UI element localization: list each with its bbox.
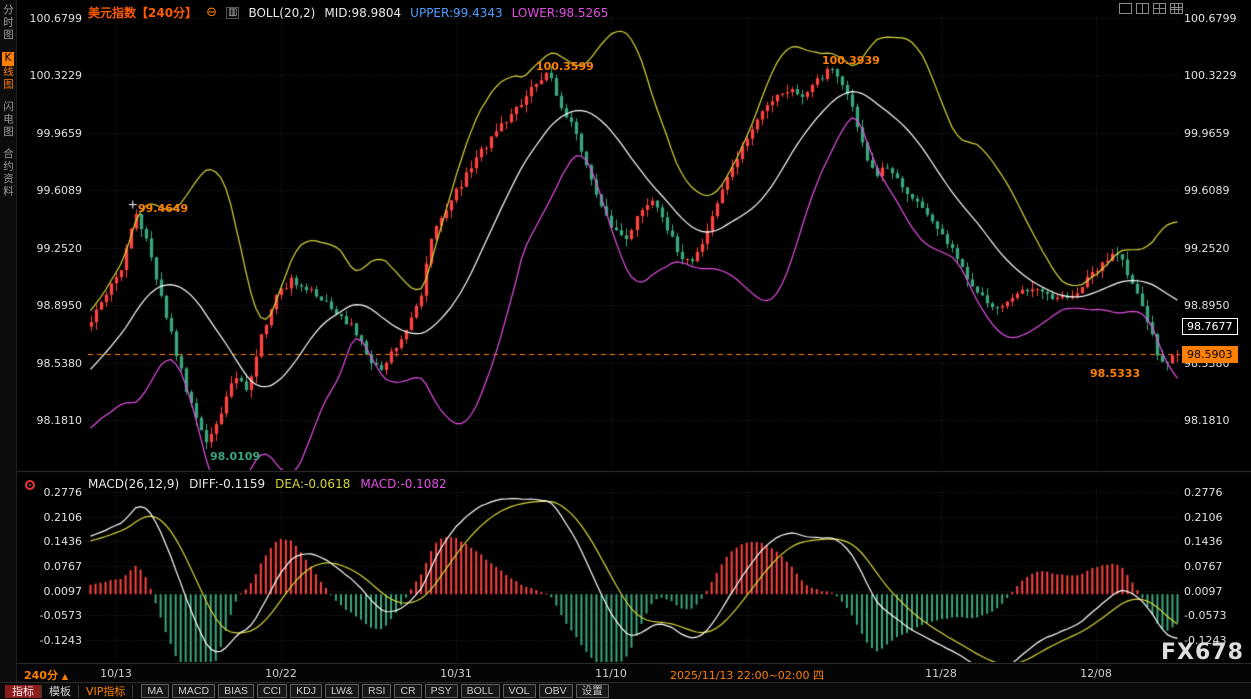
price-annotation: 98.0109 [210, 450, 260, 463]
time-label[interactable]: 10/31 [440, 667, 472, 680]
layout-single-icon[interactable] [1119, 3, 1132, 14]
macd-tick-left: 0.2106 [18, 511, 82, 524]
watermark: FX678 [1161, 640, 1244, 665]
indicator-button-LW&[interactable]: LW& [325, 684, 359, 698]
indicator-button-BOLL[interactable]: BOLL [461, 684, 500, 698]
macd-tick-left: 0.0097 [18, 585, 82, 598]
symbol-title: 美元指数【240分】 [88, 4, 197, 21]
macd-header: MACD(26,12,9) DIFF:-0.1159 DEA:-0.0618 M… [88, 477, 447, 491]
candle-style-icon[interactable]: ▥ [226, 7, 239, 19]
macd-dea-value: DEA:-0.0618 [275, 477, 350, 491]
price-tick-right: 100.3229 [1184, 69, 1237, 82]
zoom-out-icon[interactable]: ⊖ [206, 8, 217, 18]
sidebar-item-3[interactable]: 闪电图 [1, 101, 15, 139]
price-tick-left: 98.1810 [18, 414, 82, 427]
macd-diff-value: DIFF:-0.1159 [189, 477, 265, 491]
time-label[interactable]: 10/13 [100, 667, 132, 680]
price-tick-right: 99.2520 [1184, 242, 1230, 255]
price-badge-last: 98.5903 [1182, 346, 1238, 363]
toolbar-item-模板[interactable]: 模板 [42, 685, 79, 698]
price-tick-right: 98.1810 [1184, 414, 1230, 427]
time-label[interactable]: 10/22 [265, 667, 297, 680]
layout-four-pane-icon[interactable] [1153, 3, 1166, 14]
macd-tick-left: 0.1436 [18, 535, 82, 548]
macd-macd-value: MACD:-0.1082 [360, 477, 446, 491]
period-up-icon: ▲ [62, 672, 68, 681]
sidebar-item-4[interactable]: 合约资料 [1, 148, 15, 198]
macd-tick-right: 0.2106 [1184, 511, 1223, 524]
price-badge-mid: 98.7677 [1182, 318, 1238, 335]
chart-header: 美元指数【240分】 ⊖ ▥ BOLL(20,2) MID:98.9804 UP… [88, 4, 608, 21]
indicator-button-CCI[interactable]: CCI [257, 684, 287, 698]
price-tick-right: 99.6089 [1184, 184, 1230, 197]
indicator-button-MACD[interactable]: MACD [172, 684, 215, 698]
price-tick-left: 100.3229 [18, 69, 82, 82]
period-label[interactable]: 240分 ▲ [24, 667, 68, 683]
indicator-button-OBV[interactable]: OBV [539, 684, 573, 698]
price-tick-left: 98.5380 [18, 357, 82, 370]
chart-canvas[interactable] [0, 0, 1251, 699]
price-tick-right: 100.6799 [1184, 12, 1237, 25]
time-axis: 240分 ▲ 10/13 10/22 10/31 11/10 2025/11/13 22… [0, 663, 1251, 682]
price-annotation: 98.5333 [1090, 367, 1140, 380]
price-annotation: 100.3939 [822, 54, 880, 67]
boll-lower-value: LOWER:98.5265 [512, 6, 609, 20]
toolbar-item-指标[interactable]: 指标 [5, 685, 42, 698]
indicator-toolbar: 指标模板VIP指标 MAMACDBIASCCIKDJLW&RSICR PSYBOL… [0, 682, 1251, 699]
macd-tick-right: 0.0767 [1184, 560, 1223, 573]
price-annotation: 99.4649 [138, 202, 188, 215]
indicator-button-设置[interactable]: 设置 [576, 684, 609, 698]
time-label[interactable]: 11/10 [595, 667, 627, 680]
price-annotation: 100.3599 [536, 60, 594, 73]
sidebar-item-1[interactable]: 分时图 [1, 4, 15, 42]
layout-two-pane-icon[interactable] [1136, 3, 1149, 14]
boll-mid-value: MID:98.9804 [324, 6, 401, 20]
time-label-current[interactable]: 2025/11/13 22:00~02:00 四 [670, 667, 824, 683]
indicator-button-PSY[interactable]: PSY [425, 684, 458, 698]
boll-label: BOLL(20,2) [248, 6, 315, 20]
macd-tick-right: 0.2776 [1184, 486, 1223, 499]
toolbar-item-VIP指标[interactable]: VIP指标 [79, 685, 133, 698]
indicator-target-icon[interactable] [25, 480, 35, 490]
macd-tick-right: -0.0573 [1184, 609, 1226, 622]
macd-tick-left: -0.0573 [18, 609, 82, 622]
sidebar-item-2[interactable]: K线图 [1, 52, 15, 91]
toolbar-buttons-group: MAMACDBIASCCIKDJLW&RSICR PSYBOLLVOLOBV设置 [141, 684, 608, 698]
price-tick-left: 99.9659 [18, 127, 82, 140]
indicator-button-RSI[interactable]: RSI [362, 684, 392, 698]
indicator-button-MA[interactable]: MA [141, 684, 169, 698]
indicator-button-BIAS[interactable]: BIAS [218, 684, 254, 698]
price-tick-left: 99.6089 [18, 184, 82, 197]
macd-tick-left: -0.1243 [18, 634, 82, 647]
trading-app: 分时图 K线图闪电图合约资料 美元指数【240分】 ⊖ ▥ BOLL(20,2) … [0, 0, 1251, 699]
layout-nine-pane-icon[interactable] [1170, 3, 1183, 14]
layout-icons-group [1119, 3, 1183, 14]
price-tick-left: 98.8950 [18, 299, 82, 312]
toolbar-left-group: 指标模板VIP指标 [5, 685, 133, 698]
macd-tick-right: 0.0097 [1184, 585, 1223, 598]
macd-tick-left: 0.0767 [18, 560, 82, 573]
price-tick-left: 100.6799 [18, 12, 82, 25]
boll-upper-value: UPPER:99.4343 [410, 6, 502, 20]
sidebar: 分时图 K线图闪电图合约资料 [0, 0, 17, 699]
indicator-button-KDJ[interactable]: KDJ [290, 684, 322, 698]
indicator-button-VOL[interactable]: VOL [503, 684, 536, 698]
price-tick-right: 98.8950 [1184, 299, 1230, 312]
macd-title: MACD(26,12,9) [88, 477, 179, 491]
price-tick-left: 99.2520 [18, 242, 82, 255]
macd-tick-right: 0.1436 [1184, 535, 1223, 548]
price-tick-right: 99.9659 [1184, 127, 1230, 140]
indicator-button-CR[interactable]: CR [394, 684, 421, 698]
time-label[interactable]: 11/28 [925, 667, 957, 680]
time-label[interactable]: 12/08 [1080, 667, 1112, 680]
